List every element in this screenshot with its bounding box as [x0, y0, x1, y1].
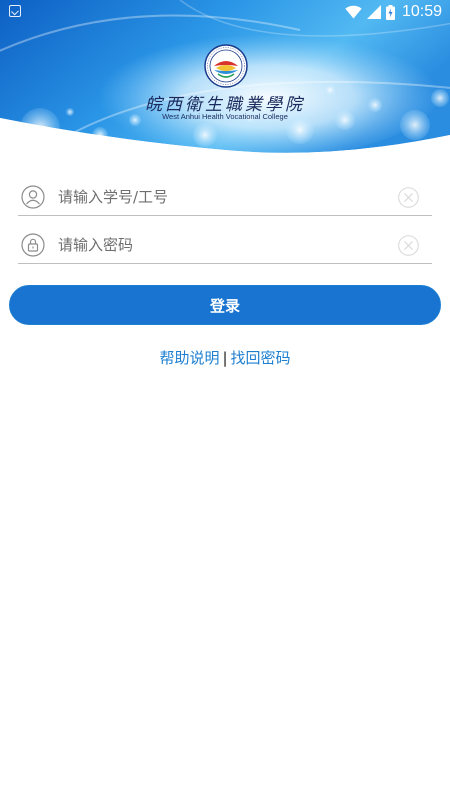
header-banner: 10:59 皖西衛生職業學院 West Anhui Health Vocatio… — [0, 0, 450, 155]
help-links: 帮助说明 | 找回密码 — [0, 347, 450, 368]
school-name-english: West Anhui Health Vocational College — [162, 112, 288, 121]
battery-icon — [385, 4, 395, 20]
school-logo: 皖西衛生職業學院 West Anhui Health Vocational Co… — [0, 40, 450, 130]
notification-app-icon — [9, 5, 21, 17]
username-field — [18, 175, 432, 216]
login-form — [18, 175, 432, 271]
status-icons: 10:59 — [345, 2, 442, 22]
user-icon — [21, 185, 45, 209]
password-input[interactable] — [58, 232, 378, 258]
login-button[interactable]: 登录 — [9, 285, 441, 325]
wifi-icon — [345, 5, 362, 19]
username-input[interactable] — [58, 184, 378, 210]
help-link[interactable]: 帮助说明 — [159, 349, 219, 367]
school-emblem-icon — [204, 44, 248, 88]
link-separator: | — [222, 349, 228, 367]
clear-password-icon[interactable] — [398, 235, 419, 256]
status-time: 10:59 — [401, 3, 442, 20]
password-field — [18, 223, 432, 264]
clear-username-icon[interactable] — [398, 187, 419, 208]
status-bar: 10:59 — [0, 0, 450, 24]
recover-password-link[interactable]: 找回密码 — [231, 349, 291, 367]
cell-signal-icon — [366, 5, 381, 19]
lock-icon — [21, 233, 45, 257]
